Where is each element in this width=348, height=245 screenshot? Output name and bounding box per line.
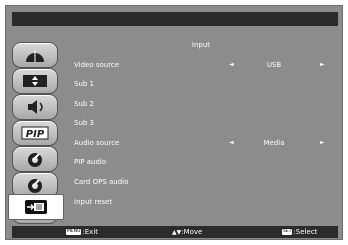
footer-move: ▲▼ :Move [172, 228, 202, 236]
row-sub3[interactable]: Sub 3 [64, 117, 338, 131]
row-sub2[interactable]: Sub 2 [64, 98, 338, 112]
row-pip-audio[interactable]: PIP audio [64, 156, 338, 170]
input-icon [25, 200, 47, 214]
footer-select: SET :Select [282, 228, 317, 236]
top-bar [12, 12, 338, 26]
row-label: Card OPS audio [74, 178, 129, 186]
svg-text:PIP: PIP [26, 129, 45, 140]
config1-icon [28, 153, 42, 167]
row-input-reset[interactable]: Input reset [64, 196, 338, 210]
config2-icon [28, 179, 42, 193]
row-label: PIP audio [74, 158, 107, 166]
audio-icon [28, 100, 43, 114]
row-audio-source[interactable]: Audio source ◄ Media ► [64, 137, 338, 151]
menu-key-icon: MENU [66, 229, 82, 235]
footer-exit: MENU :Exit [66, 228, 98, 236]
pip-icon: PIP [21, 126, 49, 140]
input-panel: Input Video source ◄ USB ► Sub 1 Sub 2 S… [64, 28, 338, 224]
sidebar-item-audio[interactable] [12, 94, 58, 120]
row-video-source[interactable]: Video source ◄ USB ► [64, 59, 338, 73]
footer-exit-label: :Exit [82, 228, 99, 236]
move-key-icon: ▲▼ [172, 228, 182, 236]
sidebar-item-config1[interactable] [12, 146, 58, 172]
osd-menu: PIP Input Video source ◄ USB ► Sub 1 Sub… [5, 5, 343, 240]
row-label: Sub 2 [74, 100, 95, 108]
set-key-icon: SET [282, 229, 293, 235]
sidebar-item-screen[interactable] [12, 68, 58, 94]
footer-bar: MENU :Exit ▲▼ :Move SET :Select [12, 226, 338, 238]
panel-title: Input [191, 41, 211, 49]
row-label: Sub 1 [74, 80, 95, 88]
row-label: Sub 3 [74, 119, 95, 127]
row-label: Input reset [74, 198, 113, 206]
picture-icon [26, 50, 44, 62]
row-label: Audio source [74, 139, 120, 147]
left-arrow-icon[interactable]: ◄ [229, 61, 234, 68]
footer-select-label: :Select [293, 228, 318, 236]
row-card-ops-audio[interactable]: Card OPS audio [64, 176, 338, 190]
sidebar-item-picture[interactable] [12, 42, 58, 68]
right-arrow-icon[interactable]: ► [320, 139, 325, 146]
footer-move-label: :Move [181, 228, 203, 236]
row-sub1[interactable]: Sub 1 [64, 78, 338, 92]
left-arrow-icon[interactable]: ◄ [229, 139, 234, 146]
sidebar-item-input[interactable] [8, 194, 64, 220]
right-arrow-icon[interactable]: ► [320, 61, 325, 68]
row-value: USB [266, 61, 282, 69]
sidebar-item-pip[interactable]: PIP [12, 120, 58, 146]
row-value: Media [263, 139, 285, 147]
row-label: Video source [74, 61, 120, 69]
screen-icon [23, 75, 47, 87]
